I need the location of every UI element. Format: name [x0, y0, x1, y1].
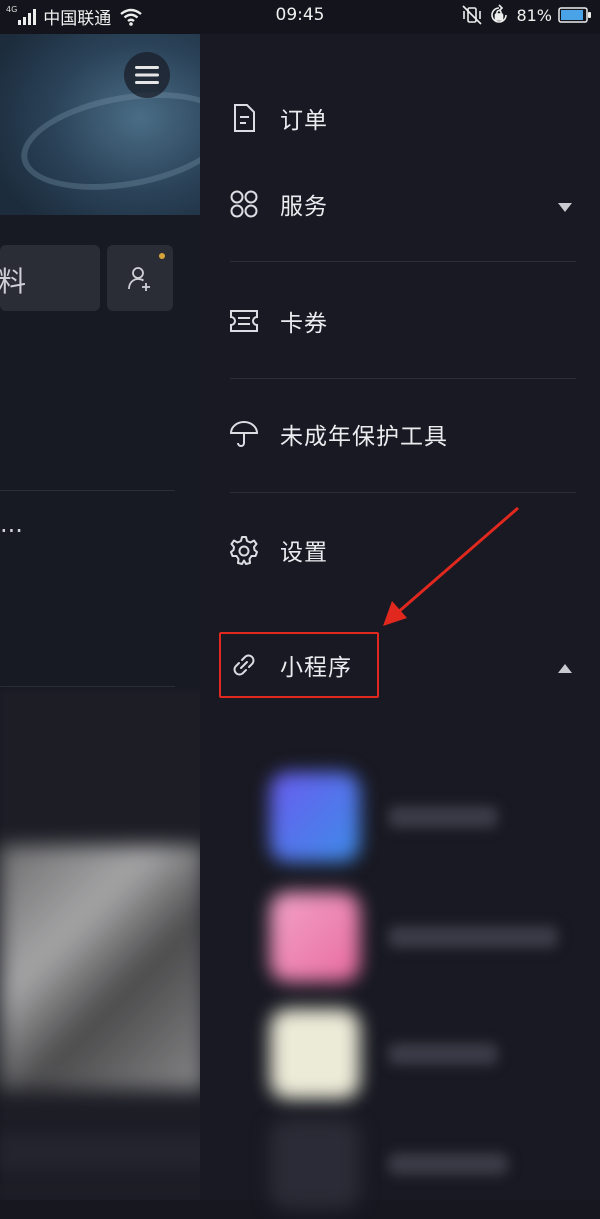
drawer-item-label: 卡券	[280, 311, 328, 337]
mini-program-item[interactable]	[270, 1009, 590, 1109]
mini-program-item[interactable]	[270, 772, 590, 872]
drawer-item-settings[interactable]: 设置	[228, 520, 576, 580]
drawer-item-label: 订单	[280, 108, 328, 134]
grid-services-icon	[228, 188, 260, 220]
mini-program-name-blurred	[388, 926, 558, 948]
mini-program-list	[200, 724, 600, 1209]
mini-program-icon	[270, 1009, 360, 1099]
mini-program-name-blurred	[388, 1043, 498, 1065]
edit-profile-tile-text: 料	[0, 265, 27, 298]
divider	[230, 378, 576, 379]
mini-program-item[interactable]	[270, 1119, 590, 1219]
edit-profile-tile[interactable]: 料	[0, 245, 100, 311]
notification-dot	[159, 253, 165, 259]
more-ellipsis: ...	[0, 510, 23, 538]
divider	[230, 492, 576, 493]
side-drawer: 订单 服务 卡券 未成年保护工具 设置 小程序	[200, 34, 600, 1209]
status-bar: 4G 中国联通 09:45 81%	[0, 0, 600, 34]
order-document-icon	[228, 102, 260, 134]
drawer-item-label: 未成年保护工具	[280, 424, 448, 450]
umbrella-icon	[228, 418, 260, 450]
gear-icon	[228, 534, 260, 566]
drawer-item-minor-protection[interactable]: 未成年保护工具	[228, 404, 576, 464]
mini-program-icon	[270, 772, 360, 862]
divider	[0, 686, 175, 687]
divider	[0, 490, 175, 491]
coupon-ticket-icon	[228, 305, 260, 337]
battery-icon	[558, 7, 591, 23]
annotation-highlight-box	[219, 632, 379, 698]
rotation-lock-icon	[491, 4, 508, 23]
drawer-item-orders[interactable]: 订单	[228, 88, 576, 148]
drawer-item-coupons[interactable]: 卡券	[228, 291, 576, 351]
drawer-item-services[interactable]: 服务	[228, 174, 576, 234]
vibrate-off-icon	[462, 5, 483, 25]
mini-program-icon	[270, 1119, 360, 1209]
mini-program-icon	[270, 892, 360, 982]
hamburger-menu-button[interactable]	[124, 52, 170, 98]
background-app: 料 ...	[0, 0, 210, 1200]
add-friend-tile[interactable]	[107, 245, 173, 311]
mini-program-item[interactable]	[270, 892, 590, 992]
blurred-photo	[0, 845, 205, 1090]
battery-percent: 81%	[516, 5, 552, 25]
mini-program-name-blurred	[388, 806, 498, 828]
hamburger-menu-icon	[135, 66, 159, 84]
add-user-icon	[128, 267, 150, 291]
mini-program-name-blurred	[388, 1153, 508, 1175]
drawer-item-label: 服务	[280, 194, 328, 220]
blurred-bottom-bar	[0, 1135, 210, 1170]
drawer-item-label: 设置	[280, 540, 328, 566]
caret-down-icon	[558, 198, 572, 217]
caret-up-icon	[558, 659, 572, 678]
divider	[230, 261, 576, 262]
